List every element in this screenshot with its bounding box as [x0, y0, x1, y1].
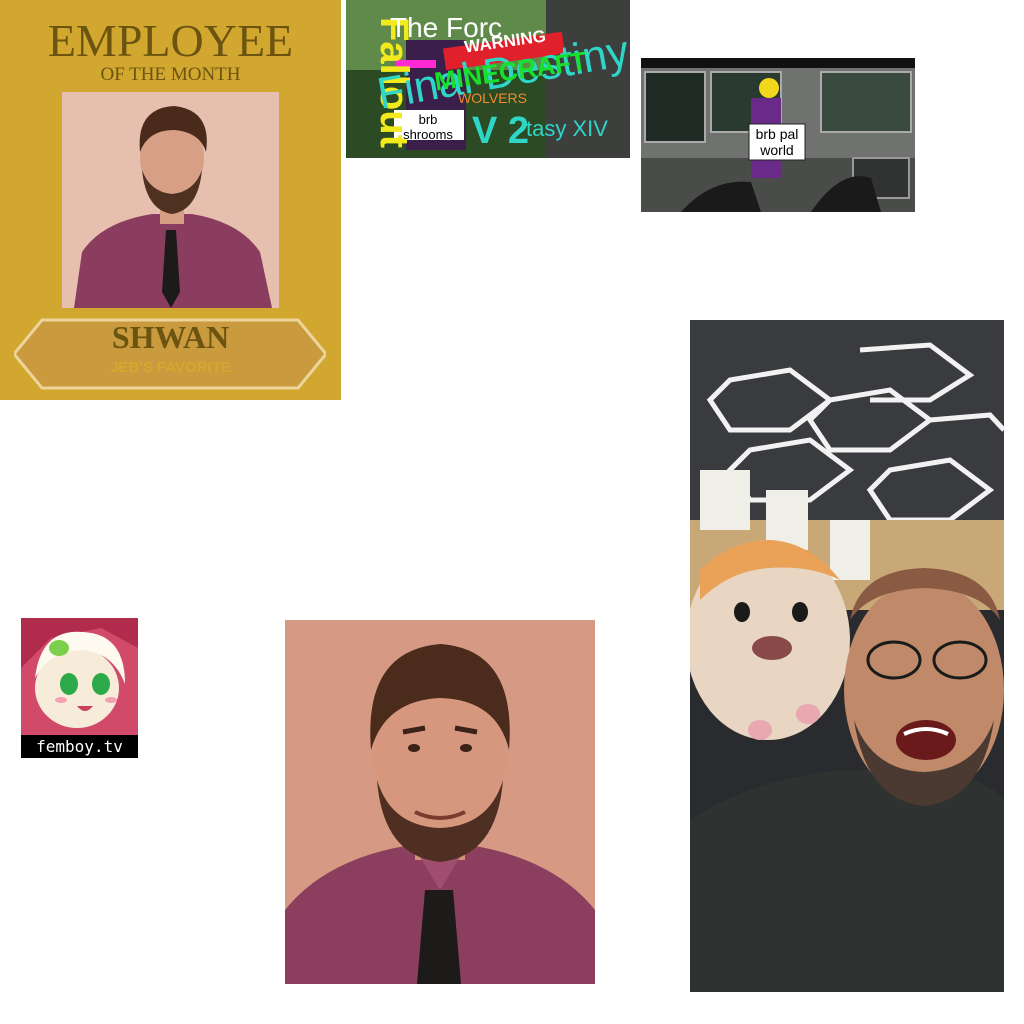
text-fantasy: tasy XIV: [526, 116, 608, 141]
text-v2: V 2: [472, 110, 530, 152]
poster-title: EMPLOYEE: [47, 15, 294, 66]
selfie-with-hamster-photo: [690, 320, 1004, 992]
femboy-tv-label: femboy.tv: [21, 735, 138, 758]
text-brb-shrooms: brb shrooms: [403, 112, 453, 142]
poster-photo: [62, 92, 279, 308]
cockpit-sign: brb pal world: [755, 126, 799, 158]
image-collage: EMPLOYEE OF THE MONTH SHWAN JEB'S FAVORI…: [0, 0, 1024, 1024]
meme-thumbnail: Fallout The Forc Final Destiny WARNING M…: [346, 0, 630, 158]
poster-subtitle: OF THE MONTH: [100, 64, 241, 85]
selfie-photo: [690, 320, 1004, 992]
poster-tagline: JEB'S FAVORITE: [110, 359, 231, 376]
employee-of-the-month-poster: EMPLOYEE OF THE MONTH SHWAN JEB'S FAVORI…: [0, 0, 341, 400]
anime-character-art: [21, 618, 138, 735]
portrait-photo: [285, 620, 595, 984]
vr-cockpit-screenshot: brb pal world: [641, 58, 915, 212]
femboy-tv-logo: femboy.tv: [21, 618, 138, 758]
poster-name: SHWAN: [111, 319, 230, 355]
text-wolvers: WOLVERS: [458, 90, 527, 106]
man-portrait-photo: [285, 620, 595, 984]
